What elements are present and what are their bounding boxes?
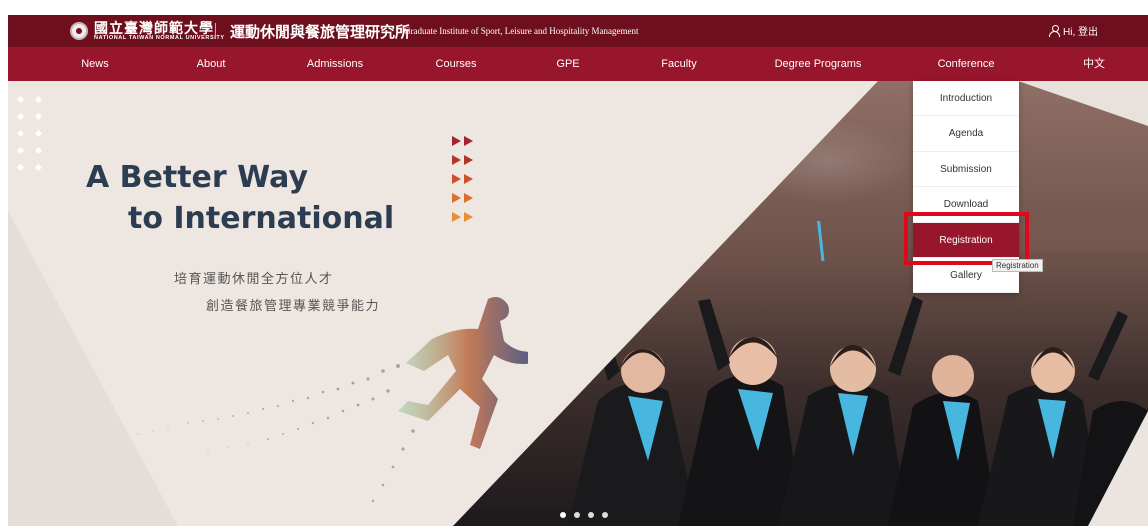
university-logo-icon[interactable] [70, 22, 88, 40]
top-header: 國立臺灣師範大學 NATIONAL TAIWAN NORMAL UNIVERSI… [8, 15, 1148, 47]
decorative-arrows-icon [452, 136, 492, 236]
institute-name-cn[interactable]: 運動休閒與餐旅管理研究所 [230, 21, 410, 42]
menu-item-introduction[interactable]: Introduction [913, 81, 1019, 117]
nav-courses[interactable]: Courses [436, 47, 477, 81]
hero-headline-line2: to International [128, 201, 395, 236]
slide-dot-2[interactable] [574, 512, 580, 518]
hero-headline-line1: A Better Way [86, 160, 309, 195]
nav-about[interactable]: About [197, 47, 226, 81]
runner-particle-illustration [137, 297, 528, 503]
nav-language-chinese[interactable]: 中文 [1083, 47, 1105, 81]
nav-admissions[interactable]: Admissions [307, 47, 363, 81]
slide-indicators [560, 512, 608, 518]
decorative-dots [16, 95, 54, 177]
header-divider [215, 23, 216, 39]
menu-item-agenda[interactable]: Agenda [913, 116, 1019, 152]
institute-name-en: Graduate Institute of Sport, Leisure and… [404, 26, 639, 36]
nav-news[interactable]: News [81, 47, 109, 81]
registration-tooltip: Registration [992, 259, 1043, 272]
main-nav: News About Admissions Courses GPE Facult… [8, 47, 1148, 81]
nav-gpe[interactable]: GPE [556, 47, 579, 81]
page: 國立臺灣師範大學 NATIONAL TAIWAN NORMAL UNIVERSI… [8, 15, 1148, 526]
user-icon [1049, 24, 1060, 37]
user-logout-link[interactable]: Hi, 登出 [1049, 23, 1098, 38]
nav-conference[interactable]: Conference [938, 47, 995, 81]
slide-dot-3[interactable] [588, 512, 594, 518]
slide-dot-4[interactable] [602, 512, 608, 518]
slide-dot-1[interactable] [560, 512, 566, 518]
user-greeting: Hi, 登出 [1063, 27, 1098, 38]
university-name-en: NATIONAL TAIWAN NORMAL UNIVERSITY [94, 35, 225, 41]
nav-degree-programs[interactable]: Degree Programs [775, 47, 862, 81]
nav-faculty[interactable]: Faculty [661, 47, 696, 81]
menu-item-submission[interactable]: Submission [913, 152, 1019, 188]
menu-item-download[interactable]: Download [913, 187, 1019, 223]
menu-item-registration[interactable]: Registration [913, 222, 1019, 258]
